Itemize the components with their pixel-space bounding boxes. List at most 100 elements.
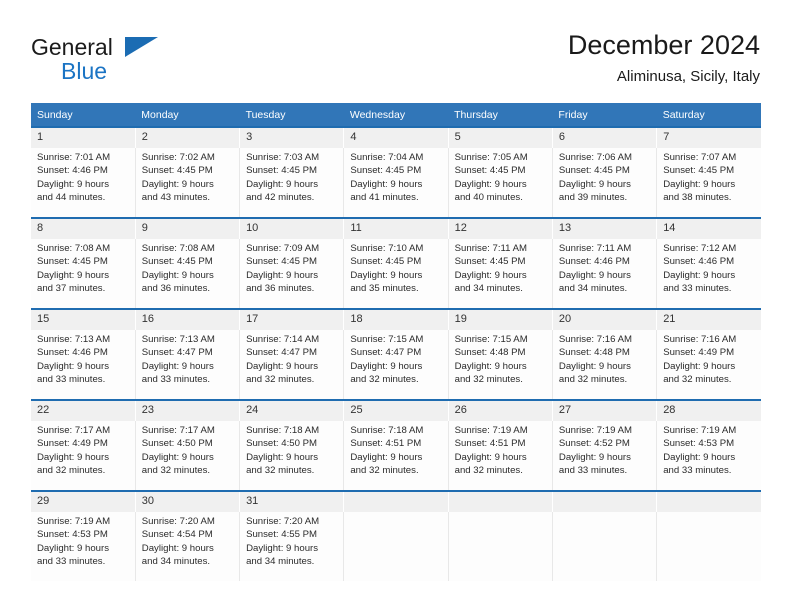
day-cell-empty: [343, 512, 449, 581]
daylight-text-2: and 34 minutes.: [454, 282, 523, 294]
day-number[interactable]: 6: [552, 128, 658, 148]
sunrise-text: Sunrise: 7:18 AM: [246, 425, 320, 436]
day-cell[interactable]: Sunrise: 7:15 AM Sunset: 4:48 PM Dayligh…: [448, 330, 553, 399]
day-number[interactable]: 20: [552, 310, 658, 330]
general-blue-logo[interactable]: General Blue: [31, 34, 231, 90]
day-number[interactable]: 30: [135, 492, 241, 512]
daylight-text-1: Daylight: 9 hours: [558, 269, 631, 281]
day-number[interactable]: 19: [448, 310, 553, 330]
sunset-text: Sunset: 4:50 PM: [141, 438, 213, 450]
day-cell[interactable]: Sunrise: 7:14 AM Sunset: 4:47 PM Dayligh…: [239, 330, 345, 399]
day-number[interactable]: 25: [343, 401, 449, 421]
day-number[interactable]: 24: [239, 401, 345, 421]
day-cell[interactable]: Sunrise: 7:19 AM Sunset: 4:53 PM Dayligh…: [656, 421, 761, 490]
day-cell[interactable]: Sunrise: 7:10 AM Sunset: 4:45 PM Dayligh…: [343, 239, 449, 308]
sunrise-text: Sunrise: 7:11 AM: [454, 243, 527, 254]
daylight-text-2: and 32 minutes.: [246, 373, 315, 385]
day-number[interactable]: 29: [31, 492, 136, 512]
day-cell[interactable]: Sunrise: 7:18 AM Sunset: 4:51 PM Dayligh…: [343, 421, 449, 490]
day-cell[interactable]: Sunrise: 7:15 AM Sunset: 4:47 PM Dayligh…: [343, 330, 449, 399]
day-cell[interactable]: Sunrise: 7:19 AM Sunset: 4:51 PM Dayligh…: [448, 421, 553, 490]
weekday-header-row: Sunday Monday Tuesday Wednesday Thursday…: [31, 103, 761, 126]
day-cell[interactable]: Sunrise: 7:12 AM Sunset: 4:46 PM Dayligh…: [656, 239, 761, 308]
daylight-text-1: Daylight: 9 hours: [350, 360, 423, 372]
day-number[interactable]: 4: [343, 128, 449, 148]
week-3-daynumbers: 15 16 17 18 19 20 21: [31, 310, 761, 330]
day-cell[interactable]: Sunrise: 7:17 AM Sunset: 4:49 PM Dayligh…: [31, 421, 136, 490]
day-cell[interactable]: Sunrise: 7:18 AM Sunset: 4:50 PM Dayligh…: [239, 421, 345, 490]
daylight-text-1: Daylight: 9 hours: [454, 360, 527, 372]
sunrise-text: Sunrise: 7:18 AM: [350, 425, 424, 436]
daylight-text-2: and 33 minutes.: [663, 282, 732, 294]
day-cell[interactable]: Sunrise: 7:13 AM Sunset: 4:47 PM Dayligh…: [135, 330, 241, 399]
day-number[interactable]: 16: [135, 310, 241, 330]
day-cell[interactable]: Sunrise: 7:02 AM Sunset: 4:45 PM Dayligh…: [135, 148, 241, 217]
day-cell[interactable]: Sunrise: 7:16 AM Sunset: 4:48 PM Dayligh…: [552, 330, 658, 399]
day-number[interactable]: 9: [135, 219, 241, 239]
week-2-daynumbers: 8 9 10 11 12 13 14: [31, 219, 761, 239]
page-title: December 2024: [567, 30, 760, 60]
day-cell[interactable]: Sunrise: 7:08 AM Sunset: 4:45 PM Dayligh…: [31, 239, 136, 308]
sunrise-text: Sunrise: 7:09 AM: [246, 243, 320, 254]
day-cell[interactable]: Sunrise: 7:20 AM Sunset: 4:54 PM Dayligh…: [135, 512, 241, 581]
day-number[interactable]: 15: [31, 310, 136, 330]
sunrise-text: Sunrise: 7:19 AM: [558, 425, 632, 436]
daylight-text-1: Daylight: 9 hours: [558, 178, 631, 190]
sunrise-text: Sunrise: 7:19 AM: [37, 516, 111, 527]
day-cell[interactable]: Sunrise: 7:11 AM Sunset: 4:46 PM Dayligh…: [552, 239, 658, 308]
sunrise-text: Sunrise: 7:19 AM: [454, 425, 528, 436]
day-number[interactable]: 14: [656, 219, 761, 239]
day-number[interactable]: 23: [135, 401, 241, 421]
sunrise-text: Sunrise: 7:17 AM: [37, 425, 111, 436]
day-cell[interactable]: Sunrise: 7:08 AM Sunset: 4:45 PM Dayligh…: [135, 239, 241, 308]
sunset-text: Sunset: 4:50 PM: [246, 438, 317, 450]
day-cell[interactable]: Sunrise: 7:16 AM Sunset: 4:49 PM Dayligh…: [656, 330, 761, 399]
day-cell[interactable]: Sunrise: 7:01 AM Sunset: 4:46 PM Dayligh…: [31, 148, 136, 217]
day-cell[interactable]: Sunrise: 7:19 AM Sunset: 4:52 PM Dayligh…: [552, 421, 658, 490]
sunset-text: Sunset: 4:45 PM: [141, 165, 213, 177]
day-number[interactable]: 10: [239, 219, 345, 239]
day-number[interactable]: 17: [239, 310, 345, 330]
day-number[interactable]: 18: [343, 310, 449, 330]
day-cell[interactable]: Sunrise: 7:06 AM Sunset: 4:45 PM Dayligh…: [552, 148, 658, 217]
week-5-details: Sunrise: 7:19 AM Sunset: 4:53 PM Dayligh…: [31, 512, 761, 581]
page-header: General Blue December 2024 Aliminusa, Si…: [31, 28, 760, 94]
day-number-empty: [656, 492, 761, 512]
week-4-details: Sunrise: 7:17 AM Sunset: 4:49 PM Dayligh…: [31, 421, 761, 490]
day-cell[interactable]: Sunrise: 7:11 AM Sunset: 4:45 PM Dayligh…: [448, 239, 553, 308]
day-number[interactable]: 28: [656, 401, 761, 421]
day-number[interactable]: 22: [31, 401, 136, 421]
daylight-text-2: and 35 minutes.: [350, 282, 419, 294]
weekday-header-sunday: Sunday: [31, 103, 136, 126]
day-number[interactable]: 3: [239, 128, 345, 148]
day-number[interactable]: 27: [552, 401, 658, 421]
day-number[interactable]: 7: [656, 128, 761, 148]
day-cell[interactable]: Sunrise: 7:04 AM Sunset: 4:45 PM Dayligh…: [343, 148, 449, 217]
day-number[interactable]: 26: [448, 401, 553, 421]
day-cell[interactable]: Sunrise: 7:20 AM Sunset: 4:55 PM Dayligh…: [239, 512, 345, 581]
day-number-empty: [448, 492, 553, 512]
daylight-text-2: and 36 minutes.: [246, 282, 315, 294]
day-cell[interactable]: Sunrise: 7:03 AM Sunset: 4:45 PM Dayligh…: [239, 148, 345, 217]
week-5-daynumbers: 29 30 31: [31, 492, 761, 512]
day-number[interactable]: 12: [448, 219, 553, 239]
day-number[interactable]: 1: [31, 128, 136, 148]
day-cell[interactable]: Sunrise: 7:13 AM Sunset: 4:46 PM Dayligh…: [31, 330, 136, 399]
day-number[interactable]: 5: [448, 128, 553, 148]
day-cell[interactable]: Sunrise: 7:07 AM Sunset: 4:45 PM Dayligh…: [656, 148, 761, 217]
sunset-text: Sunset: 4:55 PM: [246, 529, 317, 541]
daylight-text-2: and 32 minutes.: [350, 373, 419, 385]
day-number[interactable]: 8: [31, 219, 136, 239]
day-number[interactable]: 13: [552, 219, 658, 239]
day-cell[interactable]: Sunrise: 7:09 AM Sunset: 4:45 PM Dayligh…: [239, 239, 345, 308]
daylight-text-2: and 33 minutes.: [558, 464, 628, 476]
day-cell[interactable]: Sunrise: 7:19 AM Sunset: 4:53 PM Dayligh…: [31, 512, 136, 581]
day-number[interactable]: 11: [343, 219, 449, 239]
day-number[interactable]: 21: [656, 310, 761, 330]
day-cell[interactable]: Sunrise: 7:17 AM Sunset: 4:50 PM Dayligh…: [135, 421, 241, 490]
sunrise-text: Sunrise: 7:15 AM: [350, 334, 424, 345]
sunrise-text: Sunrise: 7:19 AM: [663, 425, 737, 436]
day-cell[interactable]: Sunrise: 7:05 AM Sunset: 4:45 PM Dayligh…: [448, 148, 553, 217]
day-number[interactable]: 31: [239, 492, 345, 512]
day-number[interactable]: 2: [135, 128, 241, 148]
